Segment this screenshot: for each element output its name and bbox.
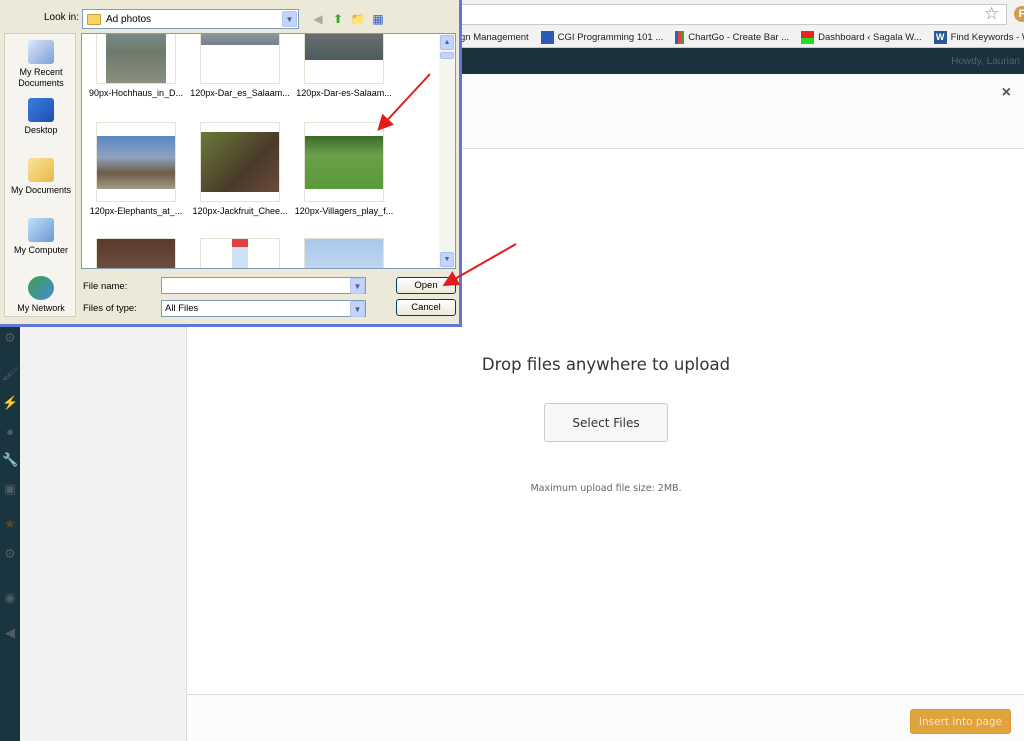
max-upload-size: Maximum upload file size: 2MB. bbox=[530, 483, 682, 494]
file-thumbnail bbox=[200, 122, 280, 202]
place-my-network[interactable]: My Network bbox=[5, 276, 77, 314]
file-thumbnail bbox=[96, 122, 176, 202]
file-item[interactable] bbox=[190, 238, 290, 268]
file-thumbnail bbox=[304, 238, 384, 268]
place-my-computer[interactable]: My Computer bbox=[5, 218, 77, 256]
open-button[interactable]: Open bbox=[396, 277, 456, 294]
my-documents-icon bbox=[28, 158, 54, 182]
wordpress-icon[interactable]: ◉ bbox=[2, 590, 18, 606]
bookmark-item[interactable]: gn Management bbox=[460, 32, 529, 43]
file-thumbnail bbox=[200, 238, 280, 268]
folder-icon bbox=[87, 13, 101, 25]
file-type-select[interactable]: All Files bbox=[161, 300, 366, 317]
extension-icon[interactable]: F bbox=[1014, 6, 1024, 22]
file-item[interactable]: 120px-Dar_es_Salaam... bbox=[190, 34, 290, 98]
paintbrush-icon[interactable]: 🖌 bbox=[2, 366, 19, 382]
chevron-down-icon[interactable]: ▼ bbox=[282, 11, 297, 27]
file-thumbnail bbox=[96, 238, 176, 268]
file-thumbnail bbox=[304, 34, 384, 84]
file-item[interactable]: 120px-Villagers_play_f... bbox=[294, 122, 394, 216]
my-computer-icon bbox=[28, 218, 54, 242]
cgi-icon bbox=[540, 31, 554, 44]
place-my-documents[interactable]: My Documents bbox=[5, 158, 77, 196]
look-in-label: Look in: bbox=[44, 12, 80, 23]
chevron-down-icon[interactable]: ▼ bbox=[350, 278, 365, 294]
file-item[interactable] bbox=[294, 238, 394, 268]
file-item[interactable] bbox=[86, 238, 186, 268]
scroll-up-icon[interactable]: ▲ bbox=[440, 35, 454, 50]
desktop-icon bbox=[28, 98, 54, 122]
bookmarks-bar: gn Management CGI Programming 101 ... Ch… bbox=[440, 28, 1024, 48]
scroll-down-icon[interactable]: ▼ bbox=[440, 252, 454, 267]
user-icon[interactable]: ● bbox=[2, 424, 18, 440]
scrollbar-thumb[interactable] bbox=[440, 52, 454, 59]
howdy-user[interactable]: Howdy, Laurian bbox=[951, 56, 1020, 67]
chart-icon bbox=[675, 31, 685, 44]
bookmark-item[interactable]: ChartGo - Create Bar ... bbox=[675, 31, 789, 44]
bookmark-item[interactable]: WFind Keywords - Word... bbox=[933, 31, 1024, 44]
my-network-icon bbox=[28, 276, 54, 300]
gear-icon[interactable]: ⚙ bbox=[2, 330, 18, 346]
drop-zone-text: Drop files anywhere to upload bbox=[481, 355, 731, 374]
place-desktop[interactable]: Desktop bbox=[5, 98, 77, 136]
file-item[interactable]: 120px-Dar-es-Salaam... bbox=[294, 34, 394, 98]
up-folder-icon[interactable]: ⬆ bbox=[330, 11, 346, 27]
view-menu-icon[interactable]: ▦ bbox=[370, 11, 386, 27]
plugin-icon[interactable]: ⚡ bbox=[2, 395, 18, 411]
back-icon[interactable]: ◀ bbox=[310, 11, 326, 27]
bookmark-item[interactable]: CGI Programming 101 ... bbox=[540, 31, 663, 44]
settings-icon[interactable]: ▣ bbox=[2, 481, 18, 497]
modal-footer: Insert into page bbox=[187, 694, 1024, 741]
close-icon[interactable]: × bbox=[1002, 84, 1011, 102]
insert-into-page-button[interactable]: Insert into page bbox=[910, 709, 1011, 734]
file-name-input[interactable] bbox=[161, 277, 366, 294]
cancel-button[interactable]: Cancel bbox=[396, 299, 456, 316]
file-open-dialog: Look in: Ad photos ▼ ◀ ⬆ 📁 ▦ My Recent D… bbox=[0, 0, 462, 327]
file-list-scrollbar[interactable]: ▲ ▼ bbox=[439, 34, 455, 268]
places-bar: My Recent Documents Desktop My Documents… bbox=[4, 33, 76, 317]
file-item[interactable]: 120px-Elephants_at_... bbox=[86, 122, 186, 216]
chevron-down-icon[interactable]: ▼ bbox=[350, 301, 365, 317]
file-thumbnail bbox=[304, 122, 384, 202]
bookmark-item[interactable]: Dashboard ‹ Sagala W... bbox=[801, 31, 922, 44]
browser-toolbar: e bbox=[440, 0, 1024, 28]
select-files-button[interactable]: Select Files bbox=[544, 403, 668, 442]
recent-documents-icon bbox=[28, 40, 54, 64]
file-type-label: Files of type: bbox=[83, 303, 137, 314]
word-icon: W bbox=[933, 31, 947, 44]
look-in-select[interactable]: Ad photos ▼ bbox=[82, 9, 299, 29]
file-thumbnail bbox=[96, 34, 176, 84]
file-item[interactable]: 120px-Jackfruit_Chee... bbox=[190, 122, 290, 216]
wrench-icon[interactable]: 🔧 bbox=[2, 452, 18, 468]
sw-icon bbox=[801, 31, 815, 44]
gear-icon[interactable]: ⚙ bbox=[2, 546, 18, 562]
address-bar[interactable]: e bbox=[440, 4, 1007, 25]
file-item[interactable]: 90px-Hochhaus_in_D... bbox=[86, 34, 186, 98]
place-recent-documents[interactable]: My Recent Documents bbox=[5, 40, 77, 89]
bookmark-star-icon[interactable]: ☆ bbox=[984, 4, 999, 24]
file-thumbnail bbox=[200, 34, 280, 84]
collapse-icon[interactable]: ◀ bbox=[2, 625, 18, 641]
star-icon[interactable]: ★ bbox=[2, 516, 18, 532]
file-name-label: File name: bbox=[83, 281, 128, 292]
new-folder-icon[interactable]: 📁 bbox=[350, 11, 366, 27]
file-list: 90px-Hochhaus_in_D... 120px-Dar_es_Salaa… bbox=[81, 33, 456, 269]
